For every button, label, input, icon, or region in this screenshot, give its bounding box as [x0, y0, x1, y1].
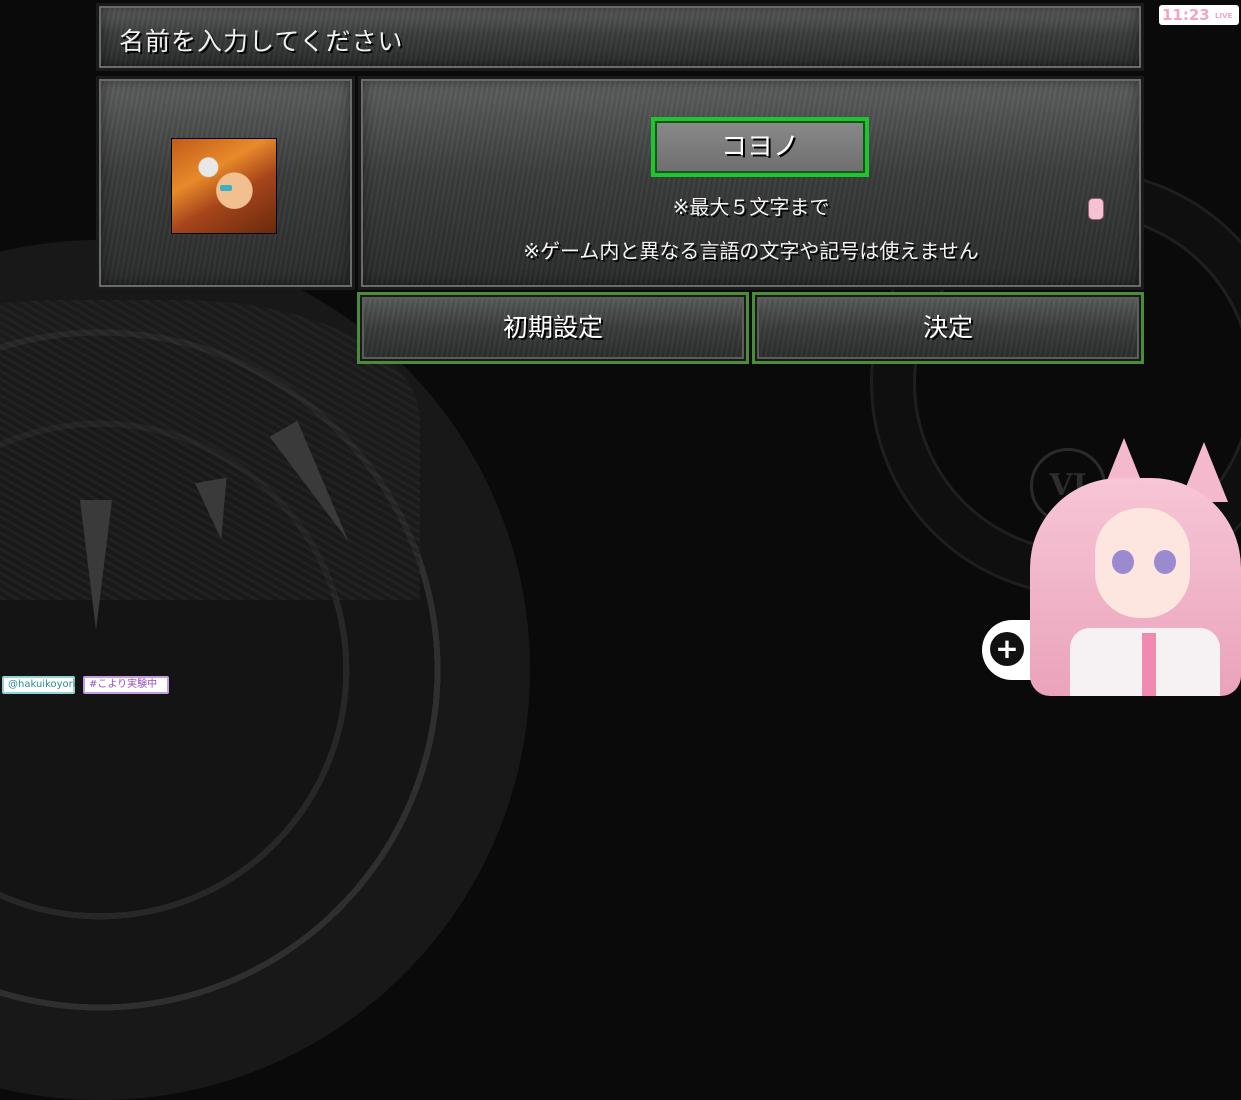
confirm-button[interactable]: 決定: [752, 292, 1144, 364]
stream-clock: 11:23 LIVE: [1159, 5, 1239, 25]
name-input-field[interactable]: コヨノ: [651, 117, 869, 177]
avatar-ribbon: [1142, 633, 1156, 696]
hashtag-tag: #こより実験中: [83, 676, 169, 694]
portrait-eye: [220, 185, 232, 191]
clock-time: 11:23: [1162, 6, 1210, 24]
avatar-eye-left: [1112, 550, 1134, 574]
background-spike: [80, 500, 112, 630]
live-label: LIVE: [1215, 12, 1233, 20]
avatar-eye-right: [1154, 550, 1176, 574]
name-input-panel: コヨノ ※最大５文字まで ※ゲーム内と異なる言語の文字や記号は使えません: [358, 76, 1144, 290]
streamer-handle-tag: @hakuikoyori: [2, 676, 76, 694]
pointer-cursor-icon: [1089, 199, 1103, 219]
invalid-characters-note: ※ゲーム内と異なる言語の文字や記号は使えません: [523, 239, 979, 263]
vtuber-avatar: [1030, 438, 1241, 696]
portrait-panel: [96, 76, 355, 290]
dialog-title: 名前を入力してください: [119, 27, 404, 56]
reset-default-button[interactable]: 初期設定: [357, 292, 749, 364]
dpad-plus-icon: +: [990, 632, 1024, 666]
character-portrait: [171, 138, 277, 234]
dialog-title-panel: 名前を入力してください: [96, 3, 1144, 71]
max-length-note: ※最大５文字まで: [672, 195, 830, 219]
